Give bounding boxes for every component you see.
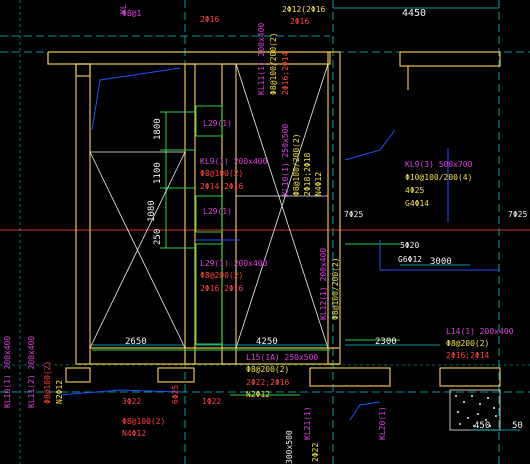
bar-520-label: 5Φ20 [400,241,419,250]
drawing-svg: KL Φ8@1 2Φ16 2Φ12(2Φ16 2Φ16 4450 KL11(1)… [0,0,530,464]
l29c-c-label: 2Φ16;2Φ16 [200,284,244,293]
bottom-n-label: N4Φ12 [122,429,146,438]
left-n2-label: N2Φ12 [55,380,64,404]
dim-2650-label: 2650 [125,337,147,347]
l14-b-label: Φ8@200(2) [446,339,489,348]
dim-4450-label: 4450 [402,8,426,19]
l15-c-label: 2Φ22;2Φ16 [246,378,290,387]
g6-label: G6Φ12 [398,255,422,264]
top-mid-label: 2Φ12(2Φ16 [282,5,326,14]
l14-label: L14(1) 200x400 [446,327,514,336]
cad-drawing: KL Φ8@1 2Φ16 2Φ12(2Φ16 2Φ16 4450 KL11(1)… [0,0,530,464]
text-labels: KL Φ8@1 2Φ16 2Φ12(2Φ16 2Φ16 4450 KL11(1)… [3,4,527,464]
l29c-label: L29(1) 200x400 [200,259,268,268]
bottom-b-label: Φ8@100(2) [122,417,165,426]
green-lines [92,105,400,396]
kl9-b-label: Φ8@100(2) [200,169,243,178]
kl-vert-label: KL12(1) 200x400 [319,248,328,320]
bottom-dim300-label: 300x500 [285,430,294,464]
walls [47,51,501,387]
dim-1080-label: 1080 [147,200,157,222]
dim-50-label: 50 [512,421,523,431]
dim-250-label: 250 [153,229,163,245]
dim-450-label: 450 [474,421,490,431]
kl10-c-label: 2Φ18;2Φ18 [303,152,312,196]
bottom-kl1-label: KL20(1) [378,406,387,440]
l15-b-label: Φ8@200(2) [246,365,289,374]
kl9r-d-label: G4Φ14 [405,199,429,208]
kl10-d-label: N4Φ12 [314,172,323,196]
dim-1800-label: 1800 [153,118,163,140]
kl9r-b-label: Φ10@100/200(4) [405,173,472,182]
top-left-2-label: 2Φ16 [200,15,219,24]
left-kl-b-label: KL11(2) 200x400 [27,336,36,408]
bottom-6-label: 6Φ25 [171,385,180,404]
left-kl-label: KL10(1) 200x400 [3,336,12,408]
kl9-c-label: 2Φ14;2Φ16 [200,182,244,191]
bottom-3-label: 3Φ22 [122,397,141,406]
bar-725a-label: 7Φ25 [344,210,363,219]
top-steel-label: Φ8@1 [122,9,141,18]
dim-1100-label: 1100 [153,162,163,184]
l29-b-label: L29(1) [203,207,232,216]
l15-d-label: N2Φ12 [246,390,270,399]
kl10-b-label: Φ8@100/200(2) [292,133,301,196]
kl11-c-label: 2Φ16;2Φ14 [281,51,290,95]
l14-c-label: 2Φ16;2Φ14 [446,351,490,360]
dim-2300-label: 2300 [375,337,397,347]
bottom-tiny-label: 2Φ22 [311,443,320,462]
kl9r-c-label: 4Φ25 [405,186,424,195]
kl11-label: KL11(1) 200x400 [257,23,266,95]
dim-4250-label: 4250 [256,337,278,347]
kl-vert-b-label: Φ8@100/200(2) [331,257,340,320]
opening-crosses [89,63,329,349]
top-right-2-label: 2Φ16 [290,17,309,26]
l29-a-label: L29(1) [203,119,232,128]
bottom-kl2-label: KL21(1) [303,406,312,440]
kl9r-label: KL9(3) 500x700 [405,160,473,169]
kl9-a-label: KL9(1) 200x400 [200,157,268,166]
left-b-label: Φ8@100(2) [43,361,52,404]
bar-725b-label: 7Φ25 [508,210,527,219]
l29c-b-label: Φ8@200(2) [200,271,243,280]
dim-3000-label: 3000 [430,257,452,267]
kl10-label: KL10(1) 250x500 [281,124,290,196]
kl11-b-label: Φ8@100/200(2) [269,32,278,95]
l15-label: L15(1A) 250x500 [246,353,318,362]
bottom-122-label: 1Φ22 [202,397,221,406]
